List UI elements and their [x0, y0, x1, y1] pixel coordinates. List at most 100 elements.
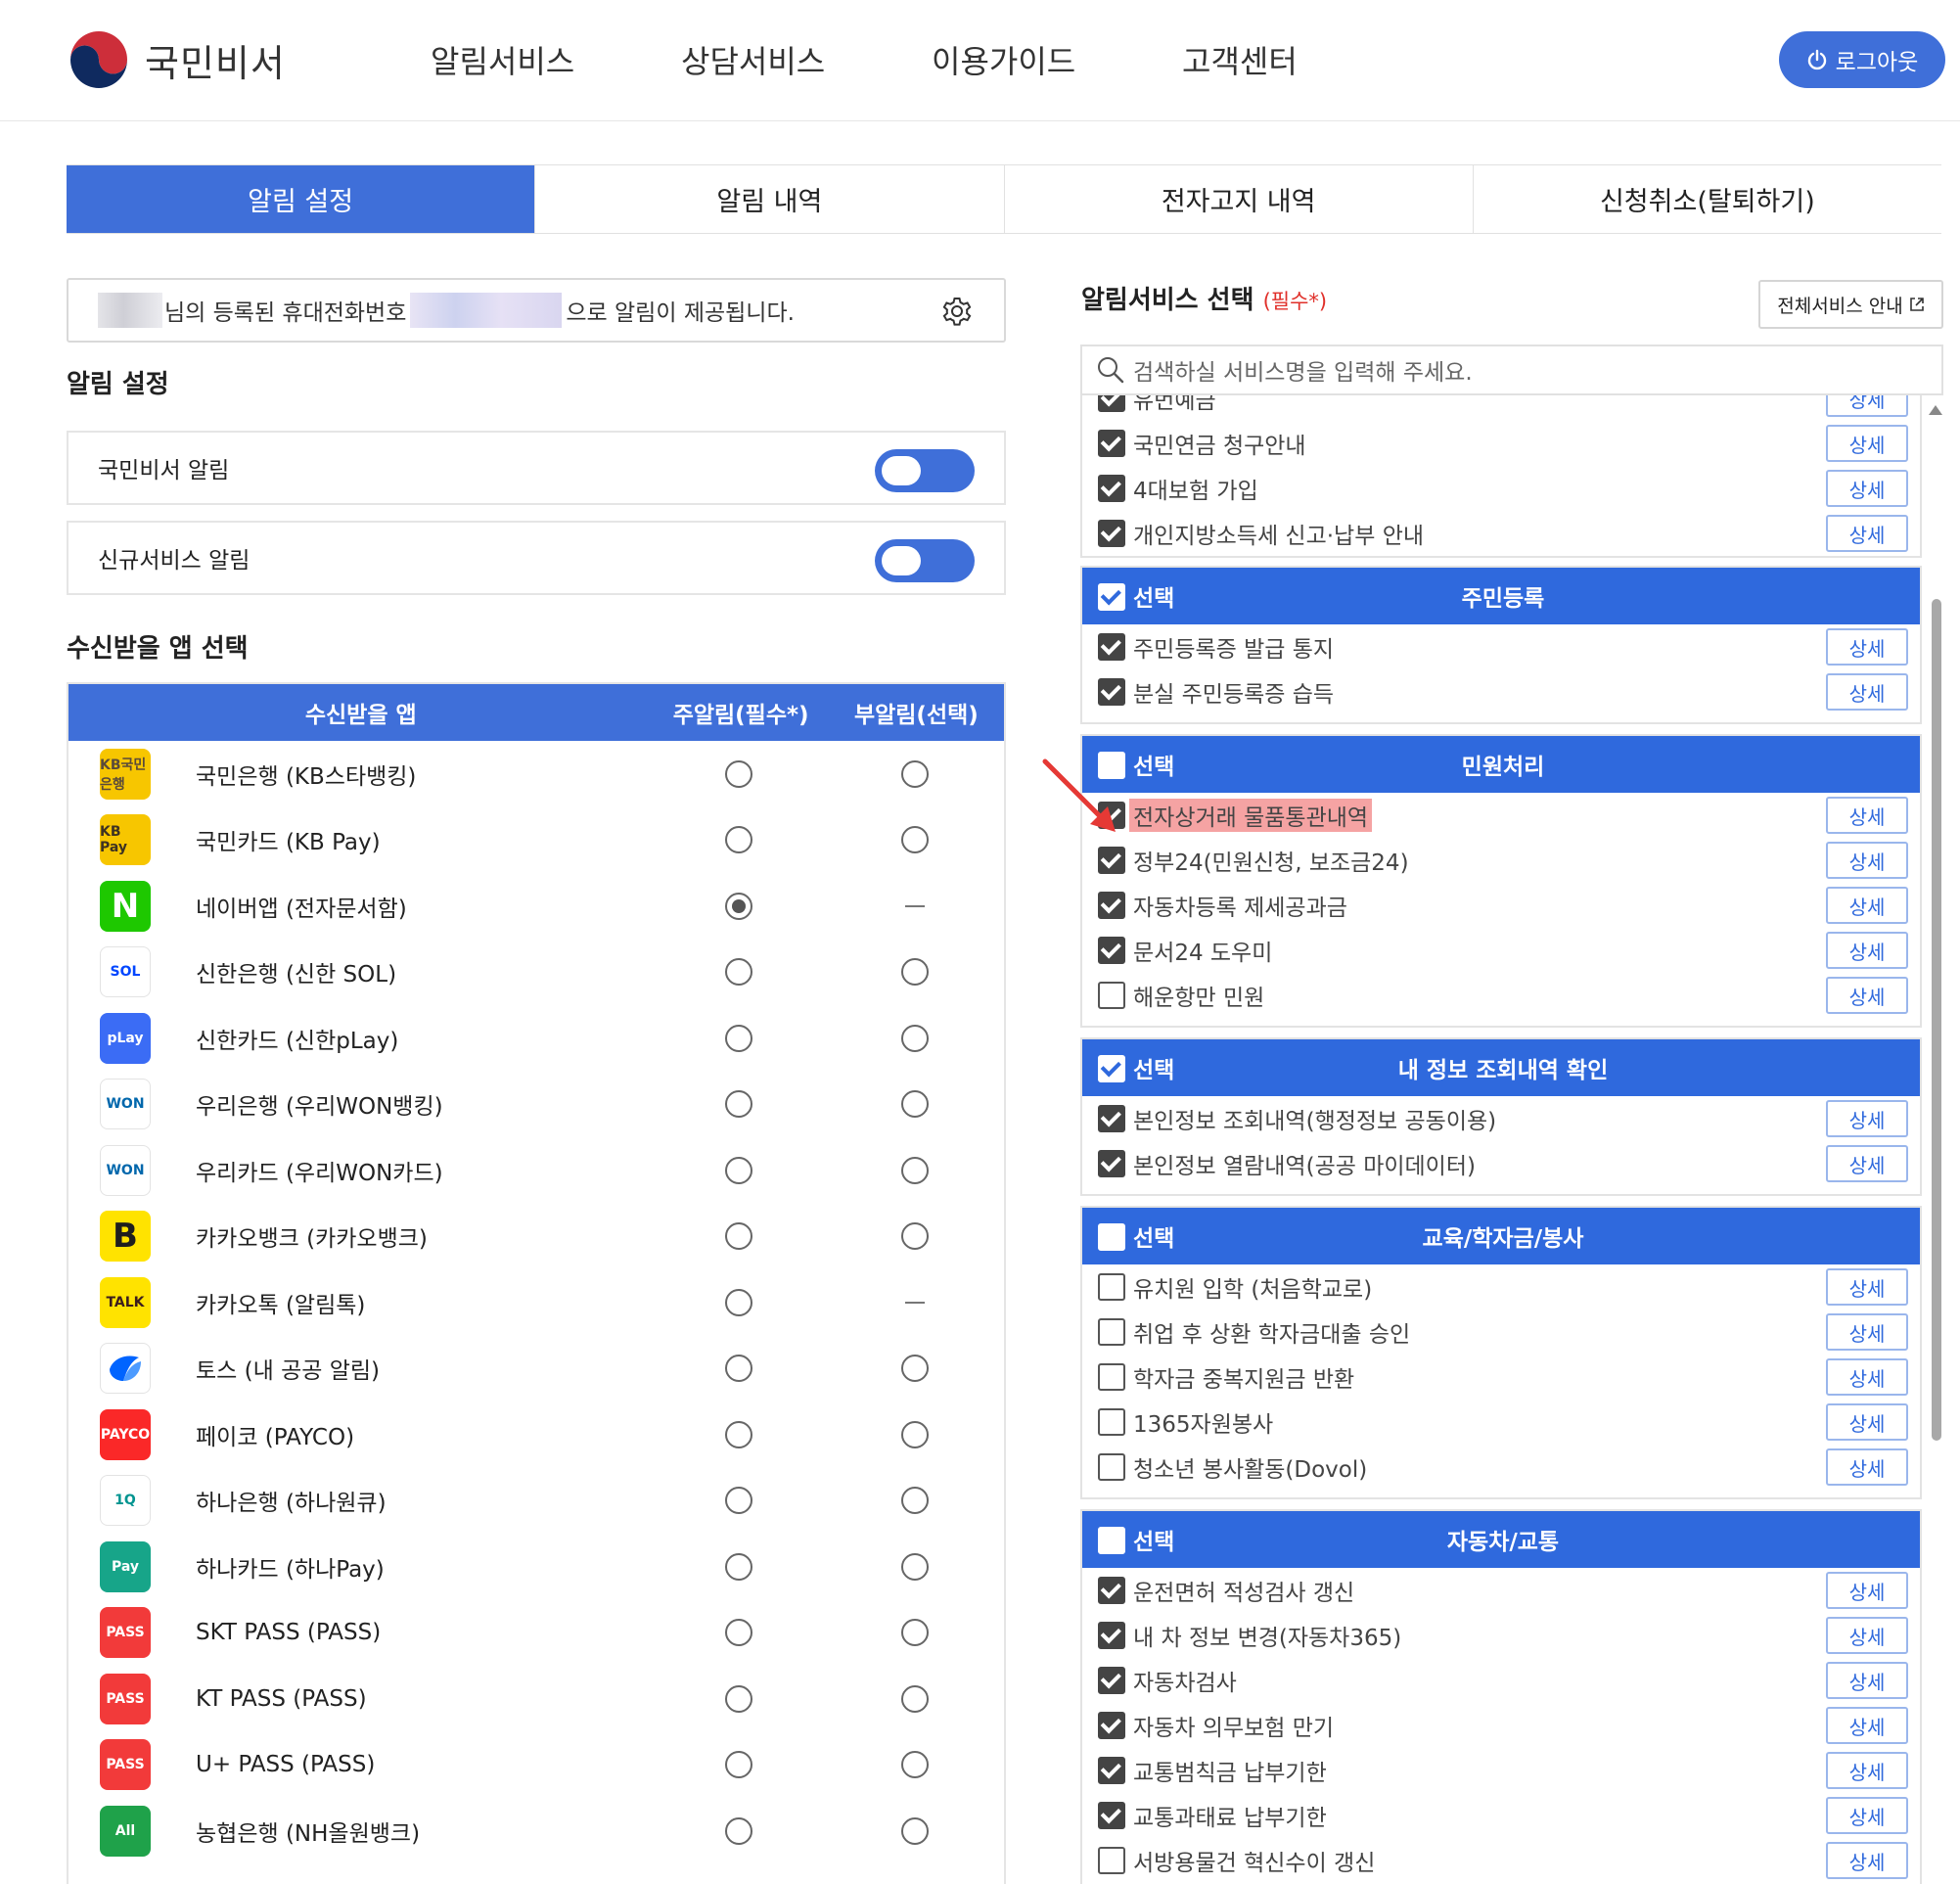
- main-alert-radio[interactable]: [725, 1024, 752, 1052]
- logout-button[interactable]: 로그아웃: [1779, 31, 1945, 88]
- service-checkbox[interactable]: [1098, 847, 1125, 874]
- service-checkbox[interactable]: [1098, 1318, 1125, 1346]
- sub-alert-radio[interactable]: [901, 1420, 929, 1448]
- main-alert-radio[interactable]: [725, 1420, 752, 1448]
- detail-button[interactable]: 상세: [1826, 1842, 1908, 1879]
- sub-alert-radio[interactable]: [901, 759, 929, 788]
- nav-item-consult-service[interactable]: 상담서비스: [681, 37, 932, 82]
- service-checkbox[interactable]: [1098, 1667, 1125, 1694]
- scrollbar-thumb[interactable]: [1932, 599, 1941, 1441]
- sub-alert-radio[interactable]: [901, 1355, 929, 1383]
- tab-alert-settings[interactable]: 알림 설정: [67, 165, 535, 233]
- detail-button[interactable]: 상세: [1826, 470, 1908, 507]
- service-checkbox[interactable]: [1098, 633, 1125, 661]
- sub-alert-radio[interactable]: [901, 1487, 929, 1515]
- sub-alert-radio[interactable]: [901, 1090, 929, 1119]
- main-alert-radio[interactable]: [725, 826, 752, 854]
- sub-alert-radio[interactable]: [901, 1552, 929, 1581]
- main-alert-radio[interactable]: [725, 759, 752, 788]
- service-checkbox[interactable]: [1098, 1273, 1125, 1301]
- sub-alert-radio[interactable]: [901, 1619, 929, 1647]
- detail-button[interactable]: 상세: [1826, 1617, 1908, 1654]
- detail-button[interactable]: 상세: [1826, 1448, 1908, 1486]
- main-alert-radio[interactable]: [725, 1222, 752, 1251]
- detail-button[interactable]: 상세: [1826, 1707, 1908, 1744]
- detail-button[interactable]: 상세: [1826, 1100, 1908, 1137]
- new-service-alert-toggle[interactable]: [875, 539, 975, 582]
- service-checkbox[interactable]: [1098, 520, 1125, 547]
- detail-button[interactable]: 상세: [1826, 1403, 1908, 1441]
- service-checkbox[interactable]: [1098, 395, 1125, 412]
- main-alert-radio[interactable]: [725, 958, 752, 987]
- detail-button[interactable]: 상세: [1826, 1313, 1908, 1351]
- main-alert-radio[interactable]: [725, 1487, 752, 1515]
- sub-alert-radio[interactable]: [901, 1222, 929, 1251]
- group-select-checkbox[interactable]: [1098, 583, 1125, 611]
- group-select-checkbox[interactable]: [1098, 1055, 1125, 1082]
- service-checkbox[interactable]: [1098, 1363, 1125, 1391]
- detail-button[interactable]: 상세: [1826, 977, 1908, 1014]
- detail-button[interactable]: 상세: [1826, 887, 1908, 924]
- detail-button[interactable]: 상세: [1826, 1268, 1908, 1306]
- main-alert-radio[interactable]: [725, 1156, 752, 1184]
- sub-alert-radio[interactable]: [901, 826, 929, 854]
- main-alert-radio[interactable]: [725, 1090, 752, 1119]
- gukmin-alert-toggle[interactable]: [875, 449, 975, 492]
- main-alert-radio[interactable]: [725, 1355, 752, 1383]
- detail-button[interactable]: 상세: [1826, 1358, 1908, 1396]
- service-checkbox[interactable]: [1098, 475, 1125, 502]
- sub-alert-radio[interactable]: [901, 1156, 929, 1184]
- service-checkbox[interactable]: [1098, 1408, 1125, 1436]
- tab-e-notice-history[interactable]: 전자고지 내역: [1003, 165, 1473, 233]
- service-checkbox[interactable]: [1098, 1105, 1125, 1132]
- tab-withdraw[interactable]: 신청취소(탈퇴하기): [1472, 165, 1941, 233]
- detail-button[interactable]: 상세: [1826, 1797, 1908, 1834]
- detail-button[interactable]: 상세: [1826, 1752, 1908, 1789]
- main-alert-radio[interactable]: [725, 1684, 752, 1713]
- sub-alert-radio[interactable]: [901, 1816, 929, 1845]
- service-checkbox[interactable]: [1098, 1577, 1125, 1604]
- service-checkbox[interactable]: [1098, 1712, 1125, 1739]
- nav-item-customer-center[interactable]: 고객센터: [1182, 37, 1433, 82]
- service-checkbox[interactable]: [1098, 937, 1125, 964]
- main-alert-radio[interactable]: [725, 1619, 752, 1647]
- detail-button[interactable]: 상세: [1826, 797, 1908, 834]
- nav-item-usage-guide[interactable]: 이용가이드: [932, 37, 1182, 82]
- tab-alert-history[interactable]: 알림 내역: [534, 165, 1003, 233]
- main-alert-radio[interactable]: [725, 1816, 752, 1845]
- detail-button[interactable]: 상세: [1826, 425, 1908, 462]
- service-checkbox[interactable]: [1098, 1847, 1125, 1874]
- main-alert-radio[interactable]: [725, 1751, 752, 1779]
- detail-button[interactable]: 상세: [1826, 1145, 1908, 1182]
- group-select-checkbox[interactable]: [1098, 1527, 1125, 1554]
- group-select-checkbox[interactable]: [1098, 1223, 1125, 1251]
- detail-button[interactable]: 상세: [1826, 515, 1908, 552]
- sub-alert-radio[interactable]: [901, 1684, 929, 1713]
- service-checkbox[interactable]: [1098, 430, 1125, 457]
- detail-button[interactable]: 상세: [1826, 1572, 1908, 1609]
- detail-button[interactable]: 상세: [1826, 932, 1908, 969]
- detail-button[interactable]: 상세: [1826, 673, 1908, 711]
- service-checkbox[interactable]: [1098, 678, 1125, 706]
- main-alert-radio[interactable]: [725, 892, 752, 920]
- detail-button[interactable]: 상세: [1826, 1662, 1908, 1699]
- service-checkbox[interactable]: [1098, 1150, 1125, 1177]
- sub-alert-radio[interactable]: [901, 1751, 929, 1779]
- search-input[interactable]: 검색하실 서비스명을 입력해 주세요.: [1133, 353, 1473, 387]
- service-checkbox[interactable]: [1098, 1757, 1125, 1784]
- logo[interactable]: 국민비서: [67, 27, 286, 92]
- service-checkbox[interactable]: [1098, 1453, 1125, 1481]
- all-services-guide-button[interactable]: 전체서비스 안내: [1758, 280, 1943, 329]
- service-checkbox[interactable]: [1098, 1802, 1125, 1829]
- nav-item-alert-service[interactable]: 알림서비스: [431, 37, 681, 82]
- sub-alert-radio[interactable]: [901, 1024, 929, 1052]
- gear-icon[interactable]: [939, 294, 975, 329]
- detail-button[interactable]: 상세: [1826, 628, 1908, 666]
- scroll-up-arrow-icon[interactable]: [1929, 405, 1942, 415]
- detail-button[interactable]: 상세: [1826, 395, 1908, 417]
- main-alert-radio[interactable]: [725, 1552, 752, 1581]
- main-alert-radio[interactable]: [725, 1288, 752, 1316]
- service-checkbox[interactable]: [1098, 1622, 1125, 1649]
- detail-button[interactable]: 상세: [1826, 842, 1908, 879]
- service-checkbox[interactable]: [1098, 892, 1125, 919]
